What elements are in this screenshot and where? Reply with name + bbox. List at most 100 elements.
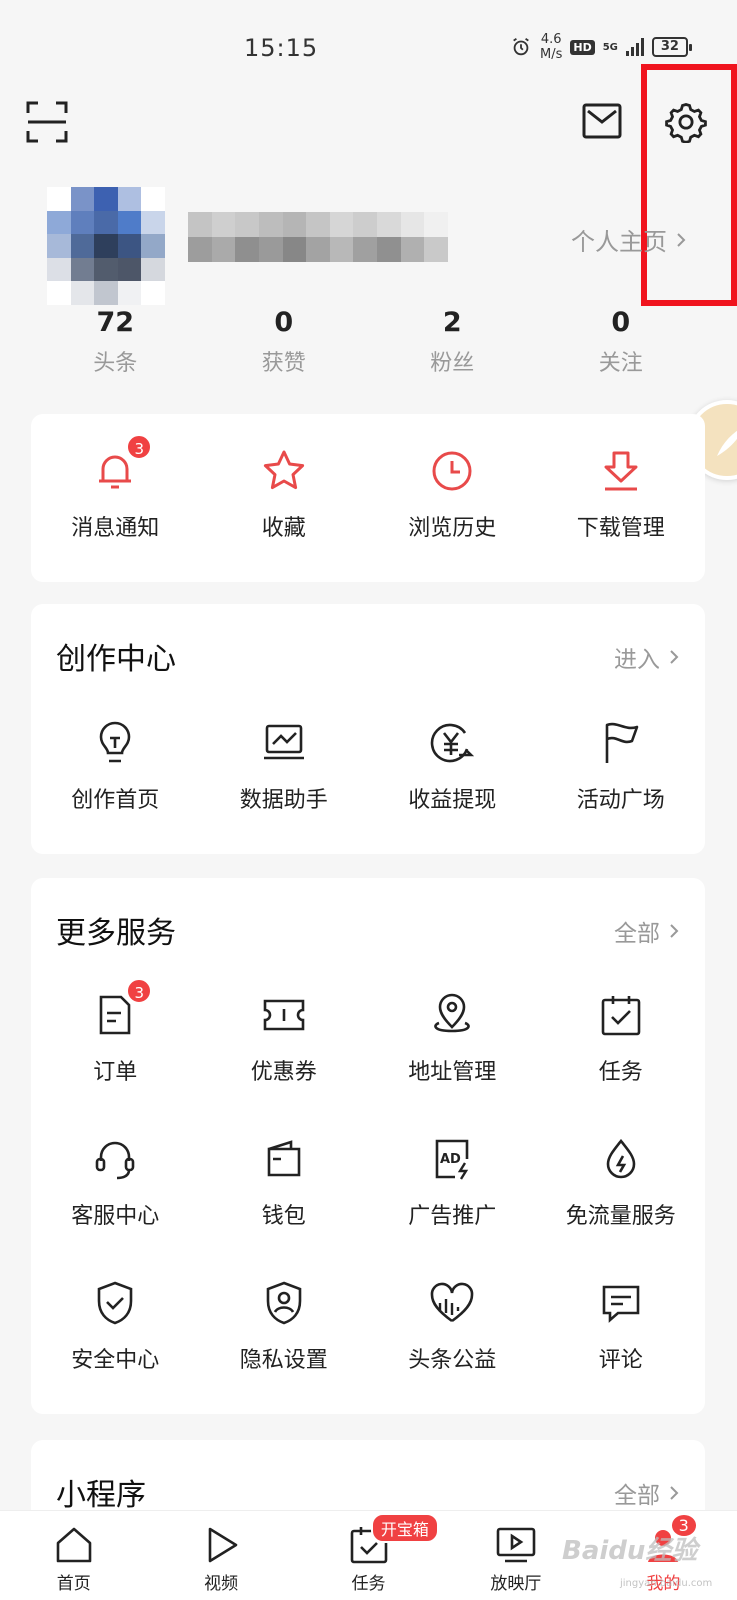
service-label: 订单 [93,1060,138,1085]
service-label: 免流量服务 [565,1204,676,1229]
service-label: 客服中心 [71,1204,160,1229]
shield-user-icon [266,1281,302,1325]
quick-action-downloads[interactable]: 下载管理 [537,446,706,542]
service-label: 隐私设置 [239,1348,328,1373]
profile-homepage-link[interactable]: 个人主页 [571,222,687,257]
battery-icon: 32 [651,37,692,57]
service-ad-promotion[interactable]: AD 广告推广 [368,1134,537,1230]
order-badge: 3 [126,978,153,1004]
chevron-right-icon [677,232,686,247]
tab-video[interactable]: 视频 [147,1511,294,1600]
creation-label: 创作首页 [71,788,160,813]
stat-value: 72 [96,307,135,338]
stat-value: 0 [274,307,294,338]
flag-icon [605,722,639,763]
status-time: 15:15 [244,34,319,62]
ad-icon: AD [435,1139,469,1180]
alarm-clock-icon [513,37,529,56]
tab-home[interactable]: 首页 [0,1511,147,1600]
service-free-data[interactable]: 免流量服务 [537,1134,706,1230]
home-icon [56,1527,92,1563]
service-label: 优惠券 [250,1060,317,1085]
stat-label: 头条 [93,351,138,376]
service-label: 头条公益 [408,1348,497,1373]
service-tasks[interactable]: 任务 [537,990,706,1086]
service-label: 任务 [598,1060,643,1085]
service-address[interactable]: 地址管理 [368,990,537,1086]
stat-followers[interactable]: 2 粉丝 [368,305,537,385]
play-icon [208,1527,238,1563]
creation-label: 数据助手 [239,788,328,813]
creation-center-card: 创作中心 进入 创作首页 数据助手 收益提现 活动广场 [31,604,705,854]
stat-headlines[interactable]: 72 头条 [31,305,200,385]
service-privacy-settings[interactable]: 隐私设置 [200,1278,369,1374]
hd-badge: HD [570,39,595,55]
creation-label: 收益提现 [408,788,497,813]
service-coupons[interactable]: 优惠券 [200,990,369,1086]
status-bar: 15:15 4.6 M/s HD 5G 32 [0,0,737,90]
lightbulb-icon [99,721,131,763]
speed-value: 4.6 [540,32,562,47]
mini-programs-all-link[interactable]: 全部 [614,1476,680,1510]
creation-activity-square[interactable]: 活动广场 [537,718,706,814]
service-label: 安全中心 [71,1348,160,1373]
drop-bolt-icon [606,1138,636,1179]
creation-earnings[interactable]: 收益提现 [368,718,537,814]
service-customer-center[interactable]: 客服中心 [31,1134,200,1230]
service-wallet[interactable]: 钱包 [200,1134,369,1230]
charity-heart-icon [430,1282,474,1323]
username-blurred [188,212,448,262]
calendar-check-icon [601,996,641,1036]
shield-check-icon [97,1281,133,1325]
tab-label: 视频 [204,1574,239,1594]
stat-following[interactable]: 0 关注 [537,305,706,385]
tab-label: 放映厅 [490,1574,542,1594]
tab-tasks[interactable]: 开宝箱 任务 [295,1511,442,1600]
quick-action-favorites[interactable]: 收藏 [200,446,369,542]
download-icon [604,451,638,491]
settings-highlight-box [641,64,737,306]
baidu-watermark-url: jingyan.baidu.com [620,1578,713,1589]
network-type: 5G [602,41,618,53]
quick-action-notifications[interactable]: 3 消息通知 [31,434,200,542]
creation-center-title: 创作中心 [56,642,176,677]
mail-icon[interactable] [582,103,622,143]
coupon-icon [263,999,305,1031]
avatar[interactable] [47,187,165,305]
all-label: 全部 [614,921,660,947]
stat-value: 0 [611,307,631,338]
creation-data-assistant[interactable]: 数据助手 [200,718,369,814]
enter-label: 进入 [614,647,660,673]
quick-actions-card: 3 消息通知 收藏 浏览历史 下载管理 [31,414,705,582]
profile-stats: 72 头条 0 获赞 2 粉丝 0 关注 [31,305,705,385]
creation-label: 活动广场 [576,788,665,813]
service-comments[interactable]: 评论 [537,1278,706,1374]
service-charity[interactable]: 头条公益 [368,1278,537,1374]
headset-icon [95,1141,135,1180]
service-security-center[interactable]: 安全中心 [31,1278,200,1374]
stat-label: 获赞 [261,351,306,376]
scan-icon[interactable] [26,101,68,147]
stat-label: 关注 [598,351,643,376]
stat-label: 粉丝 [430,351,475,376]
creation-home[interactable]: 创作首页 [31,718,200,814]
quick-action-history[interactable]: 浏览历史 [368,446,537,542]
signal-icon [625,38,644,56]
chart-monitor-icon [263,724,304,760]
yen-transfer-icon [431,723,475,763]
svg-text:AD: AD [440,1152,461,1167]
clock-icon [432,451,472,491]
more-services-title: 更多服务 [56,916,176,951]
chevron-right-icon [670,924,679,938]
star-icon [263,450,304,490]
service-orders[interactable]: 3 订单 [31,978,200,1086]
baidu-watermark: Baidu经验 [562,1536,698,1566]
quick-action-label: 消息通知 [71,516,160,541]
stat-likes[interactable]: 0 获赞 [200,305,369,385]
chevron-right-icon [670,1486,679,1500]
service-label: 地址管理 [408,1060,497,1085]
creation-center-enter-link[interactable]: 进入 [614,640,680,674]
notification-badge: 3 [126,434,153,460]
more-services-all-link[interactable]: 全部 [614,914,680,948]
quick-action-label: 下载管理 [576,516,665,541]
